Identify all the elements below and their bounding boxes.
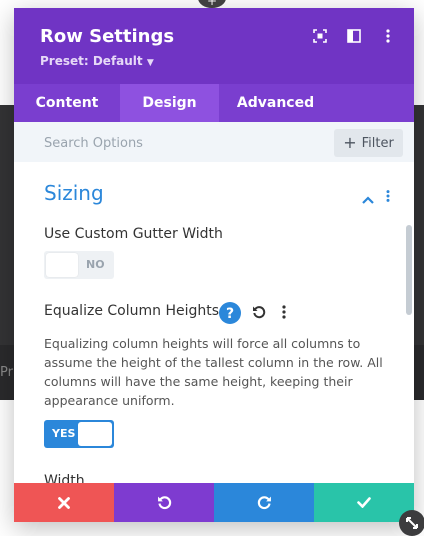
equalize-heights-label: Equalize Column Heights (44, 303, 220, 319)
toggle-state: YES (52, 427, 76, 440)
tab-content[interactable]: Content (14, 84, 120, 122)
modal-title: Row Settings (40, 26, 175, 47)
tab-advanced[interactable]: Advanced (219, 84, 332, 122)
tab-bar: Content Design Advanced (14, 84, 414, 122)
filter-button[interactable]: + Filter (334, 129, 403, 157)
resize-handle[interactable] (399, 510, 424, 536)
backdrop-text: Pr (0, 365, 13, 380)
redo-button[interactable] (214, 483, 314, 522)
redo-icon (257, 496, 271, 510)
modal-footer (14, 483, 414, 522)
gutter-width-label: Use Custom Gutter Width (44, 226, 223, 242)
svg-text:?: ? (226, 306, 234, 322)
columns-layout-icon[interactable] (346, 28, 362, 44)
resize-arrows-icon (406, 517, 418, 529)
section-more-icon[interactable] (386, 187, 390, 206)
settings-body[interactable]: Sizing Use Custom Gutter Width NO Equali… (14, 162, 414, 483)
gutter-width-toggle[interactable]: NO (44, 251, 114, 279)
row-settings-modal: Row Settings Preset: Default ▼ Content D… (14, 8, 414, 522)
preset-label: Preset: Default (40, 54, 143, 68)
scrollbar[interactable] (406, 225, 412, 315)
focus-mode-icon[interactable] (312, 28, 328, 44)
width-label: Width (44, 473, 85, 483)
close-icon (58, 496, 70, 509)
toggle-state: NO (86, 258, 105, 271)
plus-icon: + (343, 133, 357, 152)
chevron-up-icon[interactable] (362, 189, 374, 208)
equalize-heights-toggle[interactable]: YES (44, 420, 114, 448)
undo-button[interactable] (114, 483, 214, 522)
plus-icon: + (206, 0, 218, 8)
save-button[interactable] (314, 483, 414, 522)
caret-down-icon: ▼ (146, 58, 154, 68)
help-icon[interactable]: ? (219, 302, 241, 328)
undo-icon (157, 496, 171, 510)
toggle-knob (78, 422, 112, 446)
search-input[interactable] (42, 132, 326, 154)
toggle-knob (46, 253, 78, 277)
check-icon (357, 497, 371, 508)
modal-header: Row Settings Preset: Default ▼ (14, 8, 414, 84)
more-vertical-icon[interactable] (380, 28, 396, 44)
tab-design[interactable]: Design (120, 84, 219, 122)
equalize-heights-description: Equalizing column heights will force all… (44, 336, 383, 408)
search-bar: + Filter (14, 122, 414, 162)
section-title: Sizing (44, 181, 104, 205)
preset-selector[interactable]: Preset: Default ▼ (40, 54, 154, 68)
field-more-icon[interactable] (282, 304, 286, 323)
filter-label: Filter (361, 135, 394, 151)
discard-button[interactable] (14, 483, 114, 522)
top-add-handle[interactable]: + (198, 0, 226, 8)
reset-icon[interactable] (252, 304, 266, 323)
